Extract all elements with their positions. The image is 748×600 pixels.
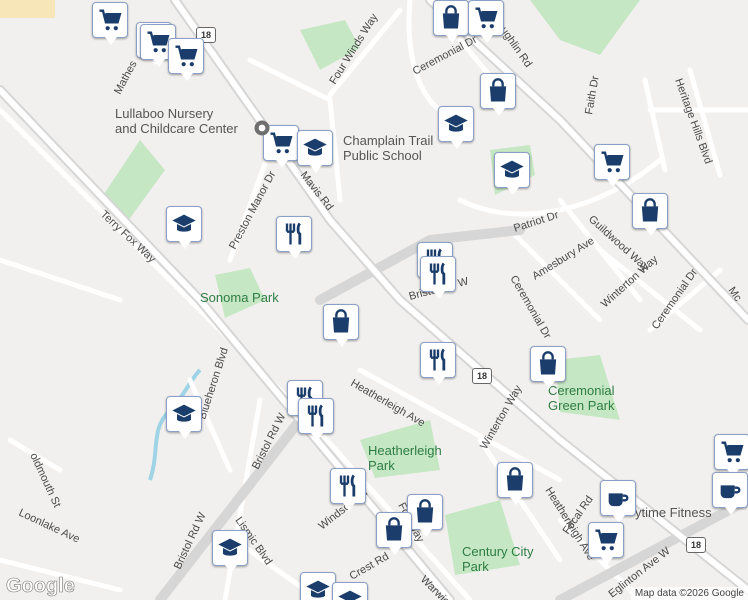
map-marker-icon	[254, 120, 270, 136]
shopping-cart-pin[interactable]	[714, 434, 748, 477]
place-label: ytime Fitness	[635, 505, 712, 520]
school-icon	[444, 114, 468, 132]
shopping-bag-icon	[416, 499, 434, 523]
restaurant-icon	[429, 348, 446, 371]
park-label: Sonoma Park	[200, 290, 279, 305]
street-label: Loonlake Ave	[17, 507, 82, 546]
route-shield: 18	[472, 368, 492, 384]
restaurant-pin[interactable]	[330, 468, 366, 511]
restaurant-icon	[339, 474, 356, 497]
school-pin[interactable]	[438, 106, 474, 149]
street-label: Preston Manor Dr	[227, 169, 279, 252]
shopping-cart-pin[interactable]	[92, 2, 128, 45]
shopping-bag-icon	[385, 517, 403, 541]
school-icon	[500, 160, 524, 178]
google-logo: Google	[6, 575, 75, 598]
school-pin[interactable]	[297, 130, 333, 173]
shopping-bag-pin[interactable]	[407, 494, 443, 537]
street-label: Mathes	[112, 58, 140, 96]
shopping-cart-icon	[601, 151, 624, 173]
map-attribution[interactable]: Map data ©2026 Google	[630, 587, 748, 600]
school-icon	[172, 404, 196, 422]
street-label: Crest Rd	[348, 551, 392, 583]
map-canvas[interactable]: Mavis Rd Terry Fox Way Heatherleigh Ave …	[0, 0, 748, 600]
school-pin[interactable]	[166, 206, 202, 249]
shopping-cart-icon	[595, 529, 618, 551]
shopping-bag-icon	[332, 309, 350, 333]
school-icon	[306, 580, 330, 598]
place-label: Lullaboo Nursery and Childcare Center	[115, 106, 239, 136]
shopping-bag-icon	[442, 5, 460, 29]
restaurant-pin[interactable]	[420, 342, 456, 385]
shopping-cart-icon	[99, 9, 122, 31]
shopping-cart-pin[interactable]	[168, 38, 204, 81]
cafe-icon	[608, 493, 629, 507]
cafe-pin[interactable]	[600, 480, 636, 523]
school-pin[interactable]	[300, 572, 336, 600]
shopping-cart-icon	[475, 7, 498, 29]
school-pin[interactable]	[166, 396, 202, 439]
cafe-icon	[720, 485, 741, 499]
school-pin[interactable]	[494, 152, 530, 195]
school-icon	[338, 590, 362, 600]
shopping-cart-pin[interactable]	[468, 0, 504, 43]
street-label: Ceremonial Dr	[507, 274, 553, 342]
restaurant-pin[interactable]	[298, 398, 334, 441]
park-area	[530, 0, 640, 55]
route-shield: 18	[686, 537, 706, 553]
shopping-bag-pin[interactable]	[480, 73, 516, 116]
shopping-bag-pin[interactable]	[632, 193, 668, 236]
restaurant-icon	[429, 262, 446, 285]
cafe-pin[interactable]	[712, 472, 748, 515]
restaurant-pin[interactable]	[276, 216, 312, 259]
shopping-bag-pin[interactable]	[433, 0, 469, 43]
shopping-bag-pin[interactable]	[530, 346, 566, 389]
school-icon	[218, 538, 242, 556]
shopping-cart-icon	[721, 441, 744, 463]
shopping-cart-pin[interactable]	[594, 144, 630, 187]
map-marker-pin[interactable]	[252, 118, 272, 138]
school-pin[interactable]	[332, 582, 368, 600]
place-label: Champlain Trail Public School	[343, 133, 433, 163]
shopping-bag-pin[interactable]	[497, 462, 533, 505]
shopping-cart-pin[interactable]	[588, 522, 624, 565]
restaurant-icon	[285, 222, 302, 245]
shopping-bag-icon	[506, 467, 524, 491]
street-label: Faith Dr	[583, 75, 602, 116]
shopping-bag-icon	[641, 198, 659, 222]
shopping-bag-pin[interactable]	[376, 512, 412, 555]
commercial-area	[0, 0, 55, 18]
restaurant-icon	[307, 404, 324, 427]
shopping-cart-icon	[175, 45, 198, 67]
school-icon	[303, 138, 327, 156]
school-icon	[172, 214, 196, 232]
shopping-bag-pin[interactable]	[323, 304, 359, 347]
restaurant-pin[interactable]	[420, 256, 456, 299]
park-label: Ceremonial Green Park	[548, 383, 615, 413]
shopping-bag-icon	[539, 351, 557, 375]
school-pin[interactable]	[212, 530, 248, 573]
shopping-bag-icon	[489, 78, 507, 102]
